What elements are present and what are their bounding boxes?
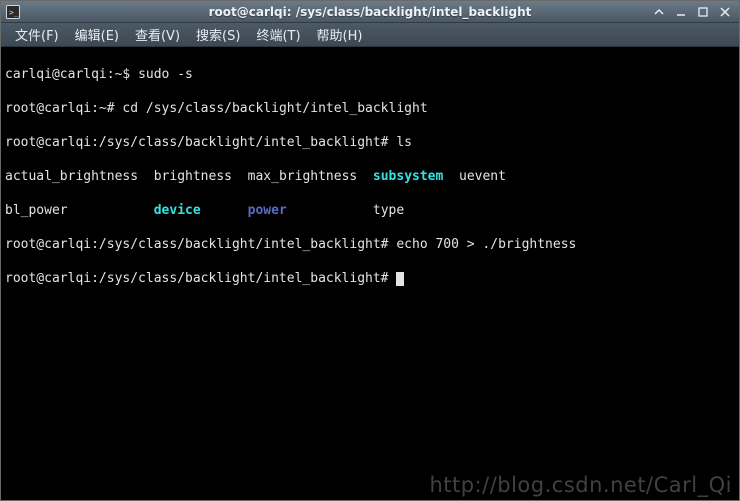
prompt-line: root@carlqi:~# cd /sys/class/backlight/i… bbox=[5, 100, 735, 117]
cursor bbox=[396, 272, 404, 286]
ls-entry-symlink: device bbox=[154, 203, 201, 218]
ls-entry: max_brightness bbox=[248, 169, 373, 184]
ls-entry: bl_power bbox=[5, 203, 154, 218]
menu-file[interactable]: 文件(F) bbox=[7, 23, 67, 46]
terminal-window: >_ root@carlqi: /sys/class/backlight/int… bbox=[0, 0, 740, 501]
maximize-button[interactable] bbox=[695, 4, 711, 20]
ls-entry: type bbox=[373, 203, 404, 218]
close-button[interactable] bbox=[717, 4, 733, 20]
prompt-line: root@carlqi:/sys/class/backlight/intel_b… bbox=[5, 236, 735, 253]
prompt: root@carlqi:/sys/class/backlight/intel_b… bbox=[5, 271, 396, 286]
prompt: root@carlqi:~# bbox=[5, 101, 122, 116]
ls-entry-symlink: subsystem bbox=[373, 169, 443, 184]
ls-row: bl_power device power type bbox=[5, 202, 735, 219]
terminal-app-icon: >_ bbox=[5, 4, 21, 20]
menu-terminal[interactable]: 终端(T) bbox=[248, 23, 308, 46]
menu-view[interactable]: 查看(V) bbox=[127, 23, 188, 46]
ls-row: actual_brightness brightness max_brightn… bbox=[5, 168, 735, 185]
minimize-button[interactable] bbox=[673, 4, 689, 20]
menu-edit[interactable]: 编辑(E) bbox=[67, 23, 127, 46]
ls-entry-dir: power bbox=[248, 203, 287, 218]
command: sudo -s bbox=[138, 67, 193, 82]
svg-text:>_: >_ bbox=[9, 8, 19, 17]
window-title: root@carlqi: /sys/class/backlight/intel_… bbox=[1, 5, 739, 19]
ls-entry: brightness bbox=[154, 169, 248, 184]
prompt-line: root@carlqi:/sys/class/backlight/intel_b… bbox=[5, 134, 735, 151]
prompt-line: carlqi@carlqi:~$ sudo -s bbox=[5, 66, 735, 83]
menu-help[interactable]: 帮助(H) bbox=[309, 23, 371, 46]
menubar: 文件(F) 编辑(E) 查看(V) 搜索(S) 终端(T) 帮助(H) bbox=[1, 23, 739, 47]
prompt: root@carlqi:/sys/class/backlight/intel_b… bbox=[5, 135, 396, 150]
menu-search[interactable]: 搜索(S) bbox=[188, 23, 248, 46]
prompt: carlqi@carlqi:~$ bbox=[5, 67, 138, 82]
titlebar[interactable]: >_ root@carlqi: /sys/class/backlight/int… bbox=[1, 1, 739, 23]
ls-entry: actual_brightness bbox=[5, 169, 154, 184]
prompt-line: root@carlqi:/sys/class/backlight/intel_b… bbox=[5, 270, 735, 287]
command: cd /sys/class/backlight/intel_backlight bbox=[122, 101, 427, 116]
command: ls bbox=[396, 135, 412, 150]
roll-up-button[interactable] bbox=[651, 4, 667, 20]
command: echo 700 > ./brightness bbox=[396, 237, 576, 252]
ls-entry: uevent bbox=[459, 169, 506, 184]
window-controls bbox=[651, 4, 739, 20]
terminal-viewport[interactable]: carlqi@carlqi:~$ sudo -s root@carlqi:~# … bbox=[1, 47, 739, 500]
prompt: root@carlqi:/sys/class/backlight/intel_b… bbox=[5, 237, 396, 252]
